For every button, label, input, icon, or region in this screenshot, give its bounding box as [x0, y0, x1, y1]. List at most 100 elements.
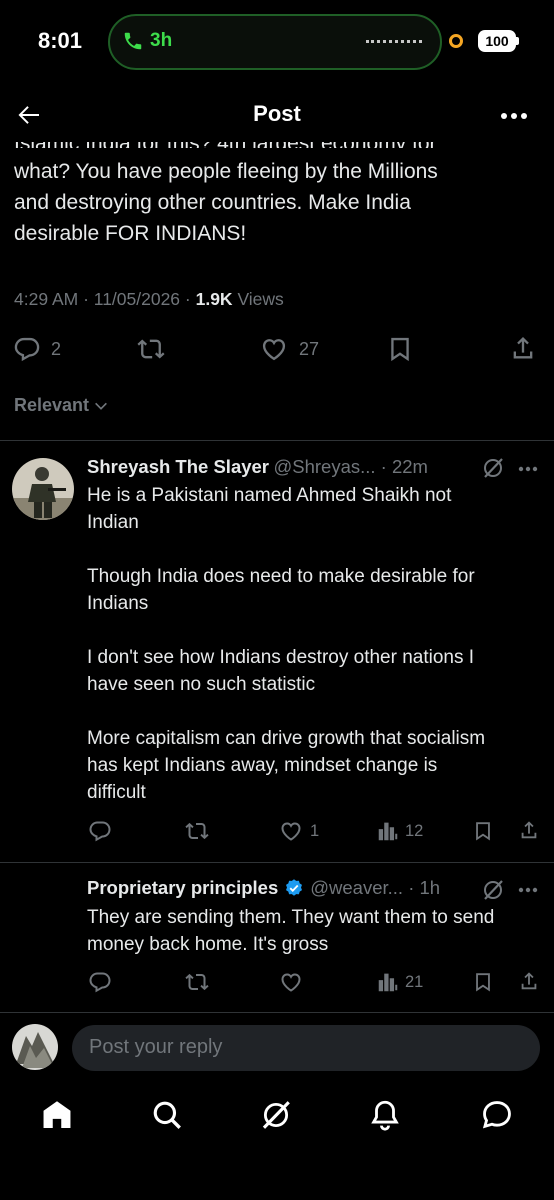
heart-icon — [281, 973, 301, 992]
share-icon — [521, 972, 537, 990]
reply-handle[interactable]: @weaver... · 1h — [310, 877, 440, 899]
repost-icon — [185, 973, 209, 991]
grok-icon — [262, 1101, 290, 1129]
reply-button[interactable] — [88, 970, 112, 994]
views-count: 1.9K — [195, 289, 233, 309]
chevron-down-icon — [95, 402, 107, 410]
share-button[interactable] — [509, 333, 537, 363]
repost-button[interactable] — [184, 819, 210, 843]
page-title: Post — [253, 101, 301, 126]
heart-icon — [281, 822, 301, 841]
nav-messages[interactable] — [480, 1098, 514, 1132]
reply-author-name[interactable]: Proprietary principles — [87, 877, 278, 899]
bar-chart-icon — [378, 973, 398, 992]
like-count: 27 — [299, 338, 320, 359]
bookmark-icon — [476, 973, 490, 992]
nav-grok[interactable] — [259, 1098, 293, 1132]
more-horizontal-icon — [518, 887, 538, 893]
reply-input[interactable]: Post your reply — [72, 1025, 540, 1071]
reply-line: has kept Indians away, mindset change is — [87, 755, 438, 776]
like-button[interactable] — [278, 970, 304, 994]
reply-line: Though India does need to make desirable… — [87, 566, 475, 587]
reply-line: He is a Pakistani named Ahmed Shaikh not — [87, 485, 452, 506]
post-meta: 4:29 AM · 11/05/2026 · 1.9K Views — [14, 289, 284, 310]
home-icon — [43, 1101, 71, 1129]
call-indicator[interactable]: 3h — [122, 30, 172, 52]
nav-home[interactable] — [40, 1098, 74, 1132]
user-avatar[interactable] — [12, 1024, 58, 1070]
battery-icon: 100 — [478, 30, 516, 52]
views-button[interactable]: 12 — [377, 819, 423, 843]
reply-line: money back home. It's gross — [87, 934, 329, 955]
post-timestamp: 4:29 AM · 11/05/2026 · — [14, 289, 196, 309]
waveform-indicator — [366, 40, 422, 43]
bookmark-icon — [391, 337, 409, 362]
reply-text: They are sending them. They want them to… — [87, 904, 542, 958]
reply-icon — [89, 972, 111, 993]
post-line: and destroying other countries. Make Ind… — [14, 191, 411, 214]
reply-icon — [89, 821, 111, 842]
repost-button[interactable] — [184, 970, 210, 994]
divider — [0, 862, 554, 863]
sort-label: Relevant — [14, 395, 90, 415]
reply-line: They are sending them. They want them to… — [87, 907, 495, 928]
divider — [0, 1012, 554, 1013]
sort-dropdown[interactable]: Relevant — [14, 395, 109, 416]
post-line: what? You have people fleeing by the Mil… — [14, 160, 438, 183]
reply-count: 2 — [51, 338, 62, 359]
bookmark-button[interactable] — [472, 819, 494, 843]
reply-text: He is a Pakistani named Ahmed Shaikh not… — [87, 482, 542, 806]
reply-more-button[interactable] — [518, 466, 538, 472]
bookmark-button[interactable] — [386, 334, 414, 364]
heart-icon — [262, 339, 286, 361]
reply-author-name[interactable]: Shreyash The Slayer — [87, 456, 269, 477]
share-icon — [513, 337, 533, 359]
share-button[interactable] — [518, 818, 540, 842]
reply-line: Indians — [87, 593, 149, 614]
phone-icon — [122, 30, 144, 52]
repost-icon — [185, 822, 209, 840]
chat-bubble-icon — [482, 1101, 511, 1129]
reply-button[interactable] — [88, 819, 112, 843]
post-text: what? You have people fleeing by the Mil… — [14, 156, 534, 249]
grok-button[interactable] — [481, 878, 505, 902]
post-line: desirable FOR INDIANS! — [14, 222, 247, 245]
reply-line: I don't see how Indians destroy other na… — [87, 647, 475, 668]
avatar[interactable] — [12, 458, 74, 520]
like-button[interactable]: 1 — [278, 819, 319, 843]
like-button[interactable]: 27 — [259, 335, 319, 363]
repost-button[interactable] — [136, 335, 166, 363]
reply-button[interactable]: 2 — [13, 335, 61, 363]
reply-line: More capitalism can drive growth that so… — [87, 728, 486, 749]
mic-indicator-icon — [449, 34, 463, 48]
views-count: 12 — [405, 821, 424, 840]
nav-notifications[interactable] — [368, 1098, 402, 1132]
more-horizontal-icon — [518, 466, 538, 472]
reply-line: have seen no such statistic — [87, 674, 316, 695]
views-button[interactable]: 21 — [377, 970, 423, 994]
reply-header: Shreyash The Slayer @Shreyas... · 22m — [87, 456, 542, 478]
nav-search[interactable] — [150, 1098, 184, 1132]
divider — [0, 440, 554, 441]
reply-line: Indian — [87, 512, 139, 533]
search-icon — [153, 1101, 181, 1129]
more-horizontal-icon — [501, 113, 527, 119]
call-duration: 3h — [150, 30, 173, 51]
reply-handle[interactable]: @Shreyas... · 22m — [273, 456, 428, 477]
verified-badge-icon — [286, 879, 303, 896]
grok-icon — [484, 458, 503, 478]
share-button[interactable] — [518, 969, 540, 993]
views-label: Views — [232, 289, 284, 309]
like-count: 1 — [310, 821, 320, 840]
bar-chart-icon — [378, 822, 398, 841]
repost-icon — [137, 339, 165, 359]
reply-icon — [14, 337, 40, 362]
grok-button[interactable] — [481, 456, 505, 480]
reply-more-button[interactable] — [518, 887, 538, 893]
share-icon — [521, 821, 537, 839]
bookmark-button[interactable] — [472, 970, 494, 994]
grok-icon — [484, 880, 503, 900]
more-options-button[interactable] — [500, 112, 528, 120]
bookmark-icon — [476, 822, 490, 841]
bell-icon — [371, 1100, 399, 1131]
